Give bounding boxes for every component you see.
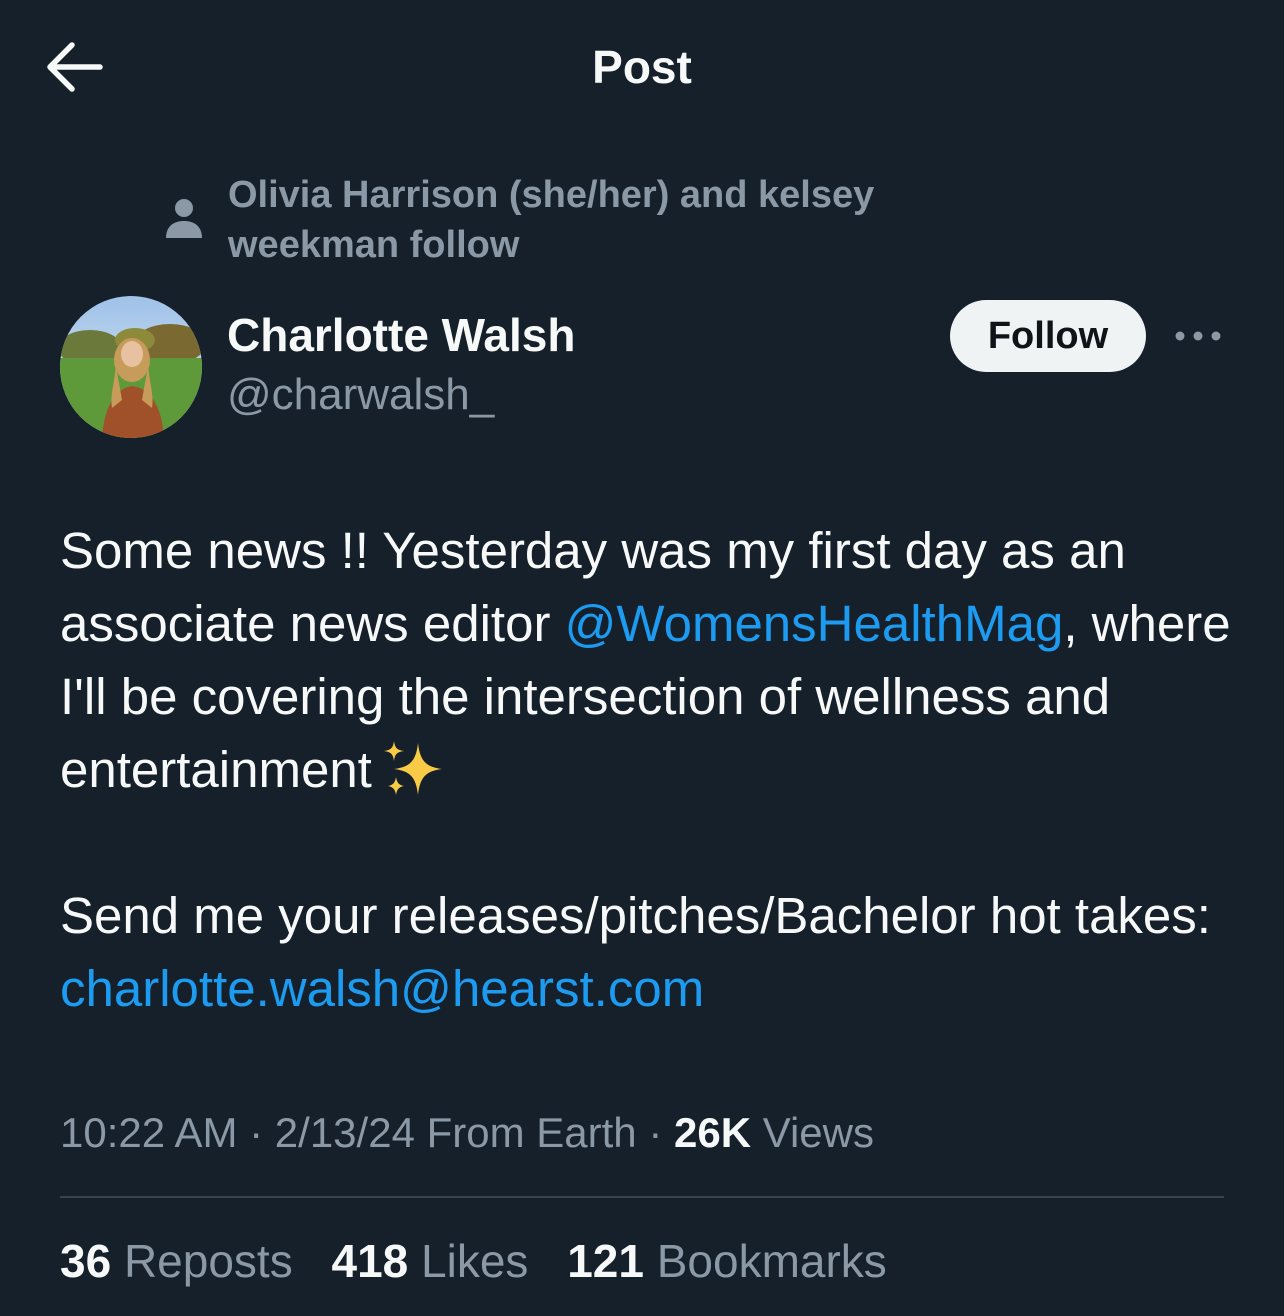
- bookmarks-label: Bookmarks: [643, 1235, 887, 1287]
- person-icon: [164, 194, 204, 244]
- page-title: Post: [592, 41, 692, 93]
- views-label: Views: [751, 1109, 874, 1156]
- social-context-text: Olivia Harrison (she/her) and kelsey wee…: [228, 174, 875, 266]
- meta-separator: ·: [237, 1109, 275, 1156]
- reposts-count: 36: [60, 1235, 112, 1287]
- reposts-stat[interactable]: 36 Reposts: [60, 1230, 293, 1292]
- bookmarks-count: 121: [567, 1235, 644, 1287]
- top-bar: Post: [0, 0, 1284, 134]
- likes-stat[interactable]: 418 Likes: [331, 1230, 528, 1292]
- likes-label: Likes: [408, 1235, 529, 1287]
- more-options-button[interactable]: [1170, 316, 1226, 356]
- mention-link[interactable]: @WomensHealthMag: [565, 595, 1064, 652]
- reposts-label: Reposts: [111, 1235, 293, 1287]
- avatar[interactable]: [60, 296, 202, 438]
- meta-separator: ·: [636, 1109, 674, 1156]
- tweet-date[interactable]: 2/13/24: [275, 1109, 415, 1156]
- tweet-text: Some news !! Yesterday was my first day …: [60, 514, 1240, 1025]
- author-name[interactable]: Charlotte Walsh: [227, 306, 575, 364]
- author-handle[interactable]: @charwalsh_: [227, 366, 494, 424]
- more-horizontal-icon: [1175, 331, 1221, 341]
- tweet-paragraph-2: Send me your releases/pitches/Bachelor h…: [60, 879, 1240, 1025]
- post-page: Post Olivia Harrison (she/her) and kelse…: [0, 0, 1284, 1316]
- follow-button[interactable]: Follow: [950, 300, 1146, 372]
- engagement-stats: 36 Reposts 418 Likes 121 Bookmarks: [60, 1230, 913, 1292]
- views-count: 26K: [673, 1109, 752, 1156]
- sparkles-icon: [382, 737, 446, 797]
- likes-count: 418: [331, 1235, 409, 1287]
- email-link[interactable]: charlotte.walsh@hearst.com: [60, 960, 704, 1017]
- bookmarks-stat[interactable]: 121 Bookmarks: [567, 1230, 887, 1292]
- tweet-time[interactable]: 10:22 AM: [60, 1109, 237, 1156]
- tweet-paragraph-1: Some news !! Yesterday was my first day …: [60, 514, 1240, 806]
- tweet-text-part: Send me your releases/pitches/Bachelor h…: [60, 887, 1211, 944]
- divider: [60, 1196, 1224, 1198]
- tweet-meta: 10:22 AM · 2/13/24 From Earth · 26K View…: [60, 1104, 874, 1162]
- tweet-location: From Earth: [414, 1109, 637, 1156]
